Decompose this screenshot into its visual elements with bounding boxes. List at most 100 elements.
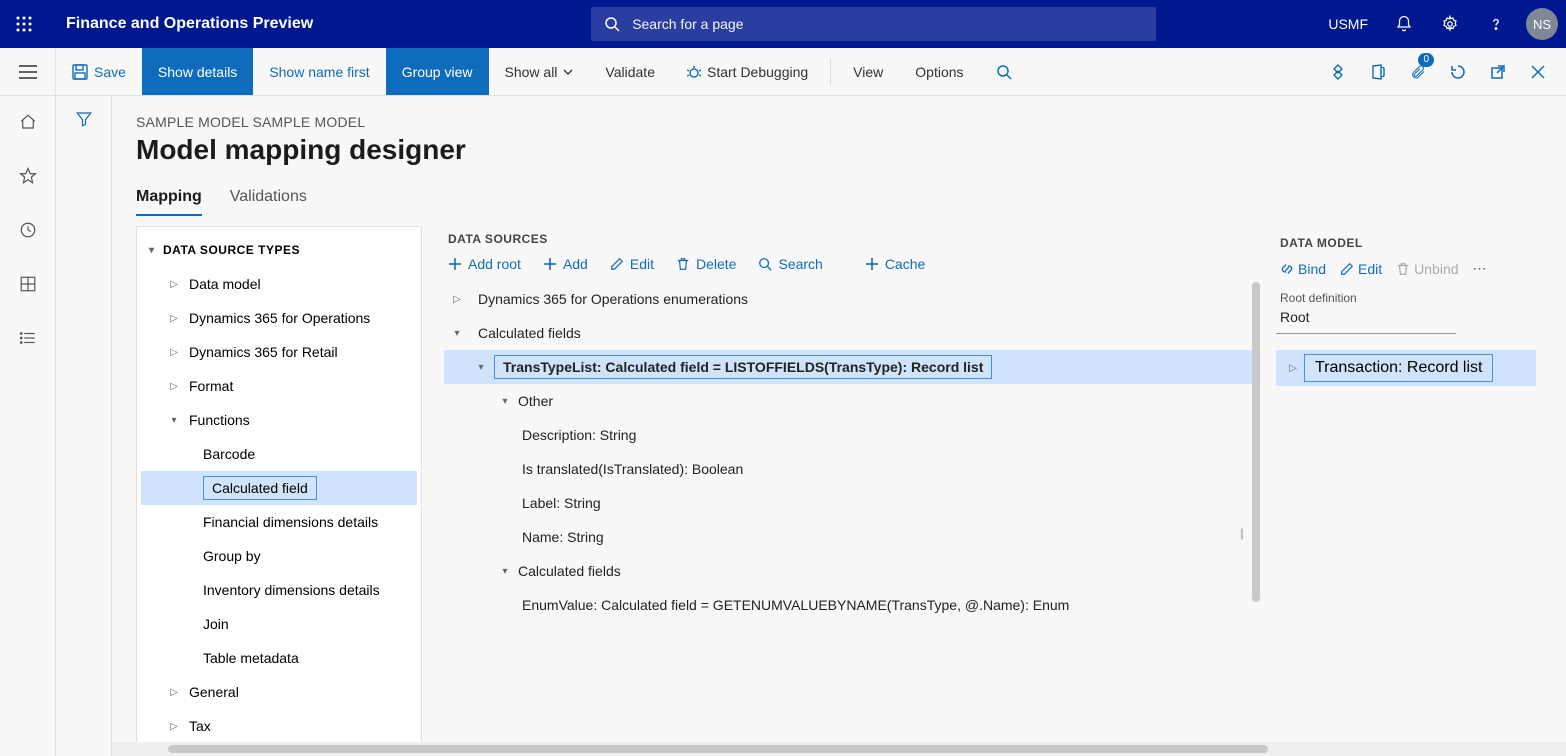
chevron-right-icon: ▷ xyxy=(1282,363,1304,374)
ds-node-label[interactable]: Label: String xyxy=(444,486,1254,520)
horizontal-scrollbar-thumb[interactable] xyxy=(168,745,1268,753)
notifications-button[interactable] xyxy=(1382,0,1426,48)
nav-home[interactable] xyxy=(8,106,48,138)
dst-financial-dimensions[interactable]: Financial dimensions details xyxy=(141,505,417,539)
nav-recent[interactable] xyxy=(8,214,48,246)
dst-tax[interactable]: ▷ Tax xyxy=(141,709,417,743)
add-button[interactable]: Add xyxy=(543,256,588,272)
root-definition-value[interactable]: Root xyxy=(1276,305,1456,334)
global-search-input[interactable]: Search for a page xyxy=(591,7,1156,41)
vertical-scrollbar[interactable] xyxy=(1252,282,1260,602)
edit-button[interactable]: Edit xyxy=(610,256,654,272)
help-button[interactable] xyxy=(1474,0,1518,48)
chevron-down-icon: ▾ xyxy=(450,328,464,339)
delete-button[interactable]: Delete xyxy=(676,256,736,272)
link-button[interactable] xyxy=(1318,48,1358,96)
page-title: Model mapping designer xyxy=(136,134,1542,166)
search-placeholder: Search for a page xyxy=(632,16,743,32)
group-view-button[interactable]: Group view xyxy=(386,48,489,95)
dst-d365-ops[interactable]: ▷Dynamics 365 for Operations xyxy=(141,301,417,335)
edit-button[interactable]: Edit xyxy=(1340,261,1382,277)
btn-label: Add root xyxy=(468,256,521,272)
filter-button[interactable] xyxy=(75,110,93,756)
tab-validations[interactable]: Validations xyxy=(230,188,307,216)
ds-header-label: DATA SOURCES xyxy=(444,226,1254,256)
options-menu[interactable]: Options xyxy=(899,48,979,95)
resize-gripper[interactable]: || xyxy=(1240,526,1242,540)
chevron-down-icon: ▾ xyxy=(474,362,488,373)
command-bar: Save Show details Show name first Group … xyxy=(0,48,1566,96)
bell-icon xyxy=(1395,15,1413,33)
ds-node-label: Is translated(IsTranslated): Boolean xyxy=(522,458,743,480)
entity-picker[interactable]: USMF xyxy=(1316,16,1380,32)
page-tabs: Mapping Validations xyxy=(136,188,1542,216)
nav-favorites[interactable] xyxy=(8,160,48,192)
ds-node-calc-fields-2[interactable]: ▾Calculated fields xyxy=(444,554,1254,588)
ds-node-other[interactable]: ▾Other xyxy=(444,384,1254,418)
tree-toggle-icon[interactable]: ▾ xyxy=(149,245,155,256)
more-button[interactable]: ⋯ xyxy=(1473,260,1487,277)
main-area: SAMPLE MODEL SAMPLE MODEL Model mapping … xyxy=(0,96,1566,756)
dst-join[interactable]: Join xyxy=(141,607,417,641)
office-icon xyxy=(1370,64,1386,80)
cache-button[interactable]: Cache xyxy=(865,256,925,272)
nav-modules[interactable] xyxy=(8,322,48,354)
search-button[interactable]: Search xyxy=(758,256,822,272)
user-avatar[interactable]: NS xyxy=(1526,8,1558,40)
chevron-down-icon: ▾ xyxy=(498,396,512,407)
btn-label: Bind xyxy=(1298,261,1326,277)
chevron-down-icon xyxy=(563,69,573,75)
dst-d365-retail[interactable]: ▷Dynamics 365 for Retail xyxy=(141,335,417,369)
nav-toggle-button[interactable] xyxy=(0,48,56,95)
show-name-first-button[interactable]: Show name first xyxy=(253,48,385,95)
search-icon xyxy=(592,16,632,32)
ds-node-name[interactable]: Name: String xyxy=(444,520,1254,554)
show-details-button[interactable]: Show details xyxy=(142,48,253,95)
dst-data-model[interactable]: ▷Data model xyxy=(141,267,417,301)
dm-toolbar: Bind Edit Unbind ⋯ xyxy=(1276,260,1536,291)
chevron-right-icon: ▷ xyxy=(169,687,179,698)
dst-format[interactable]: ▷Format xyxy=(141,369,417,403)
office-button[interactable] xyxy=(1358,48,1398,96)
dst-group-by[interactable]: Group by xyxy=(141,539,417,573)
ds-node-enum-value[interactable]: EnumValue: Calculated field = GETENUMVAL… xyxy=(444,588,1254,622)
dst-inventory-dimensions[interactable]: Inventory dimensions details xyxy=(141,573,417,607)
refresh-icon xyxy=(1450,64,1466,80)
attachments-button[interactable]: 0 xyxy=(1398,48,1438,96)
dst-functions[interactable]: ▾Functions xyxy=(141,403,417,437)
trash-icon xyxy=(676,257,690,271)
ds-node-calc-fields[interactable]: ▾Calculated fields xyxy=(444,316,1254,350)
home-icon xyxy=(19,113,37,131)
link-icon xyxy=(1280,262,1294,276)
dst-table-metadata[interactable]: Table metadata xyxy=(141,641,417,675)
dst-general[interactable]: ▷General xyxy=(141,675,417,709)
dm-node-transaction[interactable]: ▷Transaction: Record list xyxy=(1276,350,1536,386)
refresh-button[interactable] xyxy=(1438,48,1478,96)
ds-node-trans-type-list[interactable]: ▾TransTypeList: Calculated field = LISTO… xyxy=(444,350,1254,384)
tab-mapping[interactable]: Mapping xyxy=(136,188,202,216)
chevron-right-icon: ▷ xyxy=(169,721,179,732)
view-menu[interactable]: View xyxy=(837,48,899,95)
debug-icon xyxy=(687,65,701,79)
save-button[interactable]: Save xyxy=(56,48,142,95)
nav-workspaces[interactable] xyxy=(8,268,48,300)
start-debugging-button[interactable]: Start Debugging xyxy=(671,48,824,95)
ds-node-is-translated[interactable]: Is translated(IsTranslated): Boolean xyxy=(444,452,1254,486)
horizontal-scrollbar-track[interactable] xyxy=(112,742,1566,756)
dst-item-label: Format xyxy=(189,378,233,394)
close-page-button[interactable] xyxy=(1518,48,1558,96)
app-launcher-button[interactable] xyxy=(0,0,48,48)
popout-button[interactable] xyxy=(1478,48,1518,96)
bind-button[interactable]: Bind xyxy=(1280,261,1326,277)
dst-item-label: Tax xyxy=(189,718,211,734)
ds-node-label: Dynamics 365 for Operations enumerations xyxy=(478,288,748,310)
dst-calculated-field[interactable]: Calculated field xyxy=(141,471,417,505)
validate-button[interactable]: Validate xyxy=(589,48,671,95)
ds-node-description[interactable]: Description: String xyxy=(444,418,1254,452)
find-button[interactable] xyxy=(980,48,1028,95)
dst-barcode[interactable]: Barcode xyxy=(141,437,417,471)
ds-node-d365-enum[interactable]: ▷Dynamics 365 for Operations enumeration… xyxy=(444,282,1254,316)
add-root-button[interactable]: Add root xyxy=(448,256,521,272)
show-all-dropdown[interactable]: Show all xyxy=(489,48,590,95)
settings-button[interactable] xyxy=(1428,0,1472,48)
